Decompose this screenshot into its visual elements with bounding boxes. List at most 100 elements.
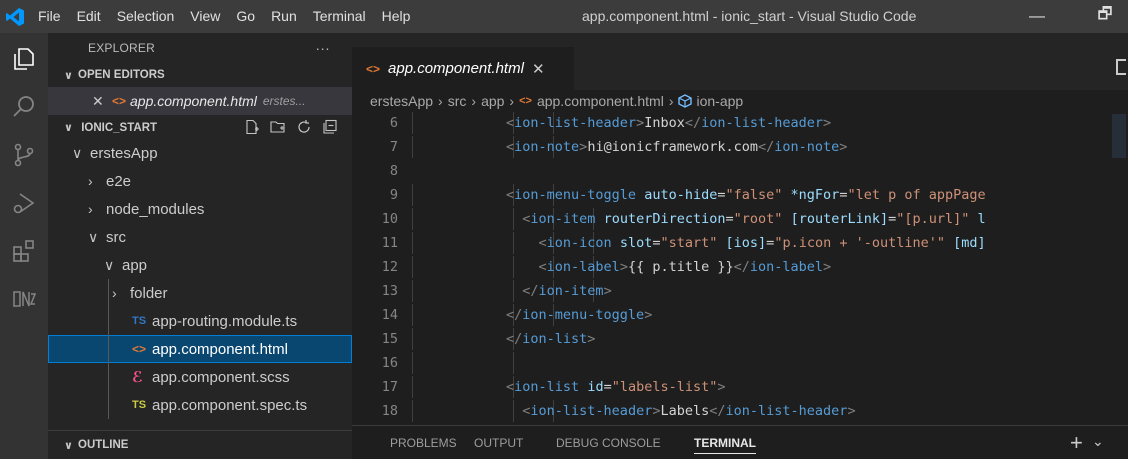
split-editor-icon[interactable] — [1116, 59, 1126, 75]
tree-item-app-component-scss[interactable]: ℰ app.component.scss — [48, 363, 352, 391]
menu-help[interactable]: Help — [374, 0, 419, 33]
indent-guide — [412, 304, 413, 326]
open-editors-section[interactable]: ∨ OPEN EDITORS — [48, 63, 352, 87]
outline-section[interactable]: ∨ OUTLINE — [48, 430, 352, 459]
tab-output[interactable]: OUTPUT — [474, 426, 523, 459]
tab-terminal[interactable]: TERMINAL — [694, 426, 756, 459]
line-number: 9 — [389, 187, 398, 203]
indent-guide — [108, 279, 109, 307]
search-icon[interactable] — [0, 83, 48, 131]
code-line[interactable]: 7 <ion-note>hi@ionicframework.com</ion-no… — [352, 136, 1108, 158]
code-line[interactable]: 9 <ion-menu-toggle auto-hide="false" *ngF… — [352, 184, 1108, 206]
code-line[interactable]: 14 </ion-menu-toggle> — [352, 304, 1108, 326]
terminal-dropdown-icon[interactable]: ⌄ — [1092, 426, 1104, 456]
new-terminal-icon[interactable]: + — [1070, 428, 1083, 458]
indent-guide — [412, 112, 413, 134]
code-text: <ion-icon slot="start" [ios]="p.icon + '… — [538, 235, 986, 251]
line-number: 18 — [381, 403, 398, 419]
breadcrumb-separator-icon: › — [438, 93, 443, 109]
indent-guide — [108, 391, 109, 419]
indent-guide — [412, 280, 413, 302]
close-icon[interactable]: ✕ — [92, 93, 112, 110]
code-line[interactable]: 18 <ion-list-header>Labels</ion-list-hea… — [352, 400, 1108, 422]
code-line[interactable]: 8 — [352, 160, 1108, 182]
indent-guide — [412, 232, 413, 254]
code-text: </ion-list> — [506, 331, 596, 347]
tree-item-label: app-routing.module.ts — [152, 312, 298, 330]
menu-run[interactable]: Run — [263, 0, 305, 33]
collapse-all-icon[interactable] — [322, 119, 338, 135]
code-line[interactable]: 13 </ion-item> — [352, 280, 1108, 302]
menu-view[interactable]: View — [182, 0, 228, 33]
tree-item-app[interactable]: ∨ app — [48, 251, 352, 279]
code-text: </ion-menu-toggle> — [506, 307, 653, 323]
html-file-icon: <> — [112, 94, 127, 108]
minimap-thumb — [1112, 114, 1126, 158]
tab-problems[interactable]: PROBLEMS — [390, 426, 457, 459]
extensions-icon[interactable] — [0, 227, 48, 275]
code-text: <ion-list id="labels-list"> — [506, 379, 726, 395]
tree-item-label: node_modules — [106, 200, 205, 218]
source-control-icon[interactable] — [0, 131, 48, 179]
menu-selection[interactable]: Selection — [109, 0, 183, 33]
new-folder-icon[interactable] — [270, 119, 286, 135]
code-text: <ion-list-header>Labels</ion-list-header… — [522, 403, 856, 419]
line-number: 10 — [381, 211, 398, 227]
new-file-icon[interactable] — [244, 119, 260, 135]
vscode-logo-icon — [0, 0, 30, 33]
refresh-icon[interactable] — [296, 119, 312, 135]
tab-debug-console[interactable]: DEBUG CONSOLE — [556, 426, 661, 459]
menu-go[interactable]: Go — [228, 0, 263, 33]
line-number: 16 — [381, 355, 398, 371]
tab-app-component-html[interactable]: <> app.component.html ✕ — [352, 47, 574, 90]
menu-file[interactable]: File — [30, 0, 69, 33]
code-line[interactable]: 17 <ion-list id="labels-list"> — [352, 376, 1108, 398]
tree-item-e2e[interactable]: › e2e — [48, 167, 352, 195]
open-editor-item[interactable]: ✕ <> app.component.html erstes... — [48, 87, 352, 115]
test-file-icon: TS — [132, 399, 147, 411]
menu-terminal[interactable]: Terminal — [305, 0, 374, 33]
tree-item-erstesapp[interactable]: ∨ erstesApp — [48, 139, 352, 167]
run-debug-icon[interactable] — [0, 179, 48, 227]
restore-button[interactable]: 🗗 — [1082, 0, 1128, 33]
code-text: <ion-note>hi@ionicframework.com</ion-not… — [506, 139, 848, 155]
indent-guide — [412, 376, 413, 398]
workspace-section[interactable]: ∨ IONIC_START — [48, 115, 352, 139]
restore-icon: 🗗 — [1097, 6, 1113, 23]
tree-item-folder[interactable]: › folder — [48, 279, 352, 307]
open-editors-label: OPEN EDITORS — [78, 69, 165, 81]
tree-item-app-routing[interactable]: TS app-routing.module.ts — [48, 307, 352, 335]
code-text: </ion-item> — [522, 283, 612, 299]
tree-item-app-component-spec[interactable]: TS app.component.spec.ts — [48, 391, 352, 419]
minimap[interactable] — [1108, 112, 1128, 425]
explorer-icon[interactable] — [0, 35, 48, 83]
chevron-right-icon: › — [112, 285, 117, 301]
tree-item-app-component-html[interactable]: <> app.component.html — [48, 335, 352, 363]
more-actions-icon[interactable]: ··· — [315, 40, 330, 56]
menu-bar: File Edit Selection View Go Run Terminal… — [30, 0, 418, 33]
code-line[interactable]: 11 <ion-icon slot="start" [ios]="p.icon … — [352, 232, 1108, 254]
breadcrumb-app[interactable]: app — [481, 93, 504, 109]
indent-guide — [412, 136, 413, 158]
tree-item-label: app — [122, 256, 148, 274]
typescript-file-icon: TS — [132, 315, 147, 327]
tree-item-node-modules[interactable]: › node_modules — [48, 195, 352, 223]
menu-edit[interactable]: Edit — [69, 0, 109, 33]
close-tab-icon[interactable]: ✕ — [532, 60, 545, 78]
nx-console-icon[interactable] — [0, 275, 48, 323]
breadcrumb-src[interactable]: src — [448, 93, 467, 109]
code-line[interactable]: 12 <ion-label>{{ p.title }}</ion-label> — [352, 256, 1108, 278]
element-symbol-icon — [678, 94, 693, 108]
breadcrumb-ion-app[interactable]: ion-app — [696, 93, 743, 109]
breadcrumb-file[interactable]: app.component.html — [537, 93, 664, 109]
code-line[interactable]: 10 <ion-item routerDirection="root" [rou… — [352, 208, 1108, 230]
code-editor[interactable]: 6 <ion-list-header>Inbox</ion-list-header… — [352, 112, 1108, 425]
code-line[interactable]: 15 </ion-list> — [352, 328, 1108, 350]
minimize-button[interactable]: — — [1014, 0, 1060, 33]
code-line[interactable]: 6 <ion-list-header>Inbox</ion-list-header… — [352, 112, 1108, 134]
workspace-label: IONIC_START — [81, 121, 158, 134]
code-line[interactable]: 16 — [352, 352, 1108, 374]
breadcrumb-erstesapp[interactable]: erstesApp — [370, 93, 433, 109]
tree-item-src[interactable]: ∨ src — [48, 223, 352, 251]
line-number: 7 — [389, 139, 398, 155]
